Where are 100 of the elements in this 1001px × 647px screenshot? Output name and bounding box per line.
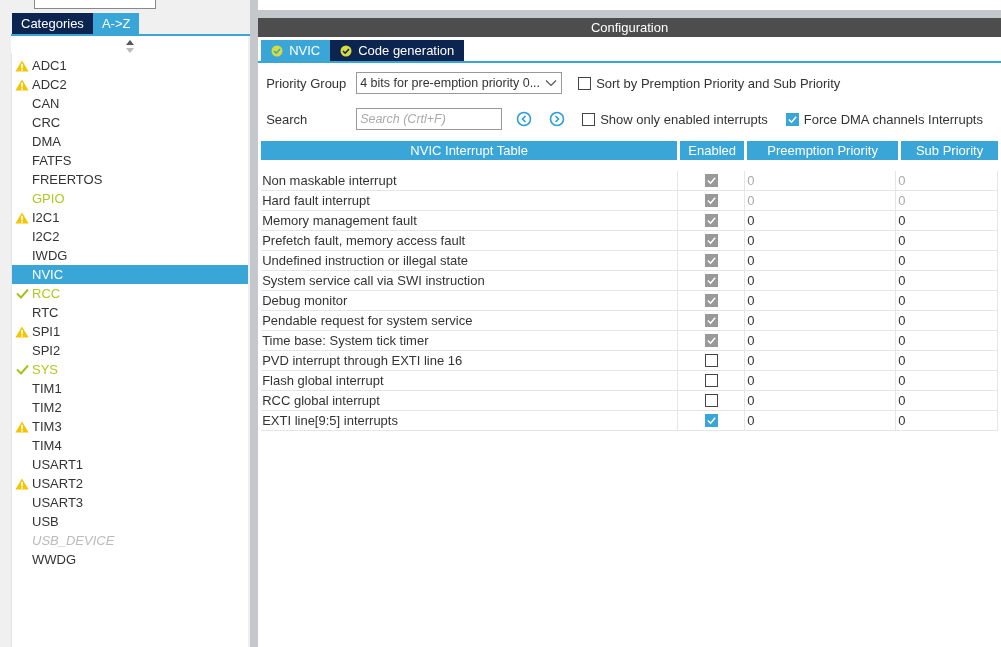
peripheral-item[interactable]: FREERTOS	[12, 170, 249, 189]
preemption-priority[interactable]: 0	[745, 411, 897, 430]
peripheral-item[interactable]: SPI1	[12, 322, 249, 341]
sub-priority[interactable]: 0	[896, 231, 998, 250]
previous-icon[interactable]	[516, 111, 533, 127]
enabled-checkbox[interactable]	[705, 254, 719, 267]
enabled-checkbox[interactable]	[705, 394, 719, 407]
sub-priority[interactable]: 0	[896, 311, 998, 330]
enabled-checkbox[interactable]	[705, 334, 719, 347]
interrupt-name: PVD interrupt through EXTI line 16	[261, 352, 464, 370]
interrupt-row[interactable]: Memory management fault 0 0	[261, 211, 998, 231]
interrupt-row[interactable]: EXTI line[9:5] interrupts 0 0	[261, 411, 998, 431]
preemption-priority[interactable]: 0	[745, 371, 897, 390]
warning-icon	[15, 420, 29, 433]
checkmark-icon	[15, 364, 29, 375]
interrupt-row[interactable]: Undefined instruction or illegal state 0 0	[261, 251, 998, 271]
sort-checkbox[interactable]: Sort by Premption Priority and Sub Priority	[578, 75, 841, 91]
enabled-checkbox[interactable]	[705, 214, 719, 227]
peripheral-item[interactable]: USART2	[12, 474, 249, 493]
interrupt-row[interactable]: System service call via SWI instruction 0 0	[261, 271, 998, 291]
sub-priority[interactable]: 0	[896, 271, 998, 290]
interrupt-row[interactable]: PVD interrupt through EXTI line 16 0 0	[261, 351, 998, 371]
interrupt-name: Debug monitor	[261, 292, 349, 310]
preemption-priority[interactable]: 0	[745, 211, 897, 230]
preemption-priority[interactable]: 0	[745, 251, 897, 270]
checkmark-icon	[706, 175, 718, 186]
sub-priority[interactable]: 0	[896, 331, 998, 350]
chevron-down-icon	[545, 79, 558, 87]
enabled-checkbox[interactable]	[705, 234, 719, 247]
enabled-checkbox[interactable]	[705, 294, 719, 307]
show-enabled-checkbox[interactable]: Show only enabled interrupts	[582, 111, 768, 127]
enabled-checkbox[interactable]	[705, 314, 719, 327]
interrupt-name: RCC global interrupt	[261, 392, 381, 410]
sub-priority[interactable]: 0	[896, 211, 998, 230]
preemption-priority[interactable]: 0	[745, 231, 897, 250]
search-label: Search	[266, 111, 309, 127]
checkmark-icon	[706, 255, 718, 266]
peripheral-item[interactable]: RTC	[12, 303, 249, 322]
peripheral-item[interactable]: I2C1	[12, 208, 249, 227]
interrupt-row[interactable]: RCC global interrupt 0 0	[261, 391, 998, 411]
peripheral-item[interactable]: TIM3	[12, 417, 249, 436]
preemption-priority[interactable]: 0	[745, 331, 897, 350]
preemption-priority[interactable]: 0	[745, 291, 897, 310]
interrupt-row[interactable]: Flash global interrupt 0 0	[261, 371, 998, 391]
splitter-bar[interactable]	[250, 0, 259, 647]
interrupt-name: Pendable request for system service	[261, 312, 474, 330]
interrupt-row[interactable]: Debug monitor 0 0	[261, 291, 998, 311]
configuration-header: Configuration	[258, 18, 1001, 37]
sub-priority[interactable]: 0	[896, 351, 998, 370]
next-icon[interactable]	[549, 111, 566, 127]
enabled-checkbox[interactable]	[705, 374, 719, 387]
config-tab[interactable]: Code generation	[330, 40, 465, 61]
peripheral-item[interactable]: USART3	[12, 493, 249, 512]
sub-priority[interactable]: 0	[896, 391, 998, 410]
preemption-priority[interactable]: 0	[745, 271, 897, 290]
interrupt-name: Time base: System tick timer	[261, 332, 430, 350]
enabled-checkbox[interactable]	[705, 354, 719, 367]
sub-priority[interactable]: 0	[896, 371, 998, 390]
interrupt-name: Undefined instruction or illegal state	[261, 252, 470, 270]
enabled-checkbox[interactable]	[705, 414, 719, 427]
peripheral-item[interactable]: TIM2	[12, 398, 249, 417]
preemption-priority[interactable]: 0	[745, 391, 897, 410]
peripheral-item[interactable]: FATFS	[12, 151, 249, 170]
peripheral-item[interactable]: ADC1	[12, 56, 249, 75]
interrupt-row[interactable]: Pendable request for system service 0 0	[261, 311, 998, 331]
sub-priority[interactable]: 0	[896, 291, 998, 310]
peripheral-item[interactable]: IWDG	[12, 246, 249, 265]
peripheral-item[interactable]: SPI2	[12, 341, 249, 360]
warning-icon	[15, 477, 29, 490]
sub-priority[interactable]: 0	[896, 251, 998, 270]
enabled-checkbox[interactable]	[705, 174, 719, 187]
peripheral-item[interactable]: ADC2	[12, 75, 249, 94]
category-tab[interactable]: Categories	[12, 13, 93, 34]
search-field[interactable]: Search (Crtl+F)	[356, 108, 503, 130]
peripheral-item[interactable]: CRC	[12, 113, 249, 132]
interrupt-name: Hard fault interrupt	[261, 192, 371, 210]
interrupt-name: Flash global interrupt	[261, 372, 385, 390]
peripheral-item[interactable]: I2C2	[12, 227, 249, 246]
sort-arrows-icon[interactable]	[125, 40, 134, 53]
preemption-priority[interactable]: 0	[745, 351, 897, 370]
force-dma-checkbox[interactable]: Force DMA channels Interrupts	[785, 111, 983, 127]
peripheral-item[interactable]: DMA	[12, 132, 249, 151]
peripheral-item[interactable]: TIM4	[12, 436, 249, 455]
interrupt-row[interactable]: Hard fault interrupt 0 0	[261, 191, 998, 211]
peripheral-item[interactable]: WWDG	[12, 550, 249, 569]
warning-icon	[15, 78, 29, 91]
checkmark-icon	[706, 235, 718, 246]
interrupt-row[interactable]: Time base: System tick timer 0 0	[261, 331, 998, 351]
enabled-checkbox[interactable]	[705, 274, 719, 287]
interrupt-row[interactable]: Prefetch fault, memory access fault 0 0	[261, 231, 998, 251]
sub-priority[interactable]: 0	[896, 411, 998, 430]
peripheral-item[interactable]: TIM1	[12, 379, 249, 398]
peripheral-item[interactable]: USB	[12, 512, 249, 531]
peripheral-item[interactable]: CAN	[12, 94, 249, 113]
priority-group-dropdown[interactable]: 4 bits for pre-emption priority 0...	[356, 72, 563, 94]
enabled-checkbox[interactable]	[705, 194, 719, 207]
preemption-priority[interactable]: 0	[745, 311, 897, 330]
interrupt-row[interactable]: Non maskable interrupt 0 0	[261, 171, 998, 191]
peripheral-item[interactable]: USART1	[12, 455, 249, 474]
checkmark-icon	[706, 335, 718, 346]
